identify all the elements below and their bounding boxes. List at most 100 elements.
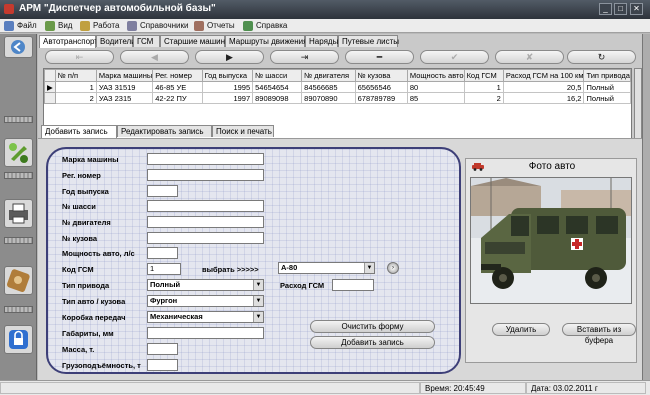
menu-references[interactable]: Справочники (127, 20, 188, 32)
right-frame (642, 34, 650, 380)
fuel-code-label: Код ГСМ (62, 265, 94, 274)
column-header[interactable]: Мощность авто (406, 69, 465, 82)
menu-view[interactable]: Вид (45, 20, 72, 32)
power-input[interactable] (147, 247, 178, 259)
fuel-type-select[interactable]: А-80 ▼ (278, 262, 375, 274)
tab-drivers[interactable]: Водители (96, 35, 136, 47)
table-cell[interactable]: 2 (463, 92, 504, 104)
column-header[interactable]: № шасси (252, 69, 303, 82)
lock-button[interactable] (4, 325, 33, 354)
first-record-button[interactable]: ⇤ (45, 50, 114, 64)
engine-input[interactable] (147, 216, 264, 228)
drive-type-select[interactable]: Полный ▼ (147, 279, 264, 291)
column-header[interactable]: Код ГСМ (463, 69, 504, 82)
table-cell[interactable]: УАЗ 2315 (95, 92, 154, 104)
table-cell[interactable]: 1995 (201, 81, 254, 93)
tab-add-record[interactable]: Добавить запись (41, 125, 117, 138)
cancel-record-button[interactable]: ✘ (495, 50, 564, 64)
back-button[interactable] (4, 36, 33, 58)
brand-input[interactable] (147, 153, 264, 165)
table-cell[interactable]: УАЗ 31519 (95, 81, 154, 93)
paste-photo-button[interactable]: Вставить из буфера (562, 323, 636, 345)
tab-search-print[interactable]: Поиск и печать (212, 125, 274, 137)
table-cell[interactable]: 1 (54, 81, 97, 93)
last-record-button[interactable]: ⇥ (270, 50, 339, 64)
table-cell[interactable]: 65656546 (354, 81, 408, 93)
maximize-button[interactable]: □ (614, 3, 627, 15)
gearbox-label: Коробка передач (62, 313, 126, 322)
tab-fuel[interactable]: ГСМ (133, 35, 160, 47)
body-type-label: Тип авто / кузова (62, 297, 126, 306)
table-cell[interactable]: 84566685 (301, 81, 356, 93)
table-cell[interactable]: 20,5 (502, 81, 585, 93)
reg-number-input[interactable] (147, 169, 264, 181)
column-header[interactable]: № кузова (354, 69, 408, 82)
column-header[interactable]: Год выпуска (201, 69, 254, 82)
body-number-input[interactable] (147, 232, 264, 244)
prev-record-button[interactable]: ◀ (120, 50, 189, 64)
table-cell[interactable]: 54654654 (252, 81, 303, 93)
close-button[interactable]: ✕ (630, 3, 643, 15)
table-cell[interactable]: 85 (406, 92, 465, 104)
add-record-button[interactable]: Добавить запись (310, 336, 435, 349)
file-icon (4, 21, 14, 31)
column-header[interactable]: Расход ГСМ на 100 км (502, 69, 585, 82)
drive-button[interactable] (4, 266, 33, 295)
choose-label: выбрать >>>>> (202, 265, 259, 274)
table-cell[interactable]: Полный (583, 81, 631, 93)
year-input[interactable] (147, 185, 178, 197)
mass-input[interactable] (147, 343, 178, 355)
tab-routes[interactable]: Маршруты движения (225, 35, 307, 47)
table-cell[interactable]: 42-22 ПУ (152, 92, 203, 104)
delete-record-button[interactable]: ━ (345, 50, 414, 64)
apply-fuel-button[interactable]: › (387, 262, 399, 274)
table-cell[interactable]: 678789789 (354, 92, 408, 104)
table-row[interactable]: 2 УАЗ 2315 42-22 ПУ 1997 89089098 890708… (44, 92, 631, 104)
table-cell[interactable]: 46-85 УЕ (152, 81, 203, 93)
tab-edit-record[interactable]: Редактировать запись (117, 125, 212, 137)
table-cell[interactable]: 80 (406, 81, 465, 93)
table-cell[interactable]: 1 (463, 81, 504, 93)
refresh-button[interactable]: ↻ (567, 50, 636, 64)
menu-bar: Файл Вид Работа Справочники Отчеты Справ… (0, 19, 650, 33)
status-cell (0, 382, 420, 394)
tab-waybills[interactable]: Путевые листы (338, 35, 399, 47)
column-header[interactable]: № двигателя (301, 69, 356, 82)
capacity-input[interactable] (147, 359, 178, 371)
chassis-input[interactable] (147, 200, 264, 212)
table-cell[interactable]: Полный (583, 92, 631, 104)
table-cell[interactable]: 16,2 (502, 92, 585, 104)
minimize-button[interactable]: _ (599, 3, 612, 15)
delete-photo-button[interactable]: Удалить (492, 323, 550, 336)
chassis-label: № шасси (62, 202, 96, 211)
table-cell[interactable]: 89089098 (252, 92, 303, 104)
clear-form-button[interactable]: Очистить форму (310, 320, 435, 333)
table-cell[interactable]: 2 (54, 92, 97, 104)
tab-transport[interactable]: Автотранспорт (39, 35, 98, 48)
fuel-code-input[interactable]: 1 (147, 263, 181, 275)
report-icon (194, 21, 204, 31)
gearbox-select[interactable]: Механическая ▼ (147, 311, 264, 323)
menu-help[interactable]: Справка (243, 20, 287, 32)
post-record-button[interactable]: ✔ (420, 50, 489, 64)
menu-file[interactable]: Файл (4, 20, 37, 32)
column-header[interactable]: № п/п (54, 69, 97, 82)
table-row[interactable]: ▶ 1 УАЗ 31519 46-85 УЕ 1995 54654654 845… (44, 81, 631, 93)
print-button[interactable] (4, 199, 33, 228)
tab-orders[interactable]: Наряды (305, 35, 338, 47)
next-record-button[interactable]: ▶ (195, 50, 264, 64)
column-header[interactable]: Тип привода (583, 69, 631, 82)
menu-work[interactable]: Работа (80, 20, 119, 32)
service-button[interactable] (4, 138, 33, 167)
brand-label: Марка машины (62, 155, 119, 164)
menu-reports[interactable]: Отчеты (194, 20, 235, 32)
table-cell[interactable]: 89070890 (301, 92, 356, 104)
column-header[interactable]: Рег. номер (152, 69, 203, 82)
dimensions-input[interactable] (147, 327, 264, 339)
tab-senior-drivers[interactable]: Старшие машин (160, 35, 225, 47)
fuel-consumption-input[interactable] (332, 279, 374, 291)
table-cell[interactable]: 1997 (201, 92, 254, 104)
column-header[interactable]: Марка машины (95, 69, 154, 82)
table-vertical-scrollbar[interactable] (634, 68, 642, 140)
body-type-select[interactable]: Фургон ▼ (147, 295, 264, 307)
